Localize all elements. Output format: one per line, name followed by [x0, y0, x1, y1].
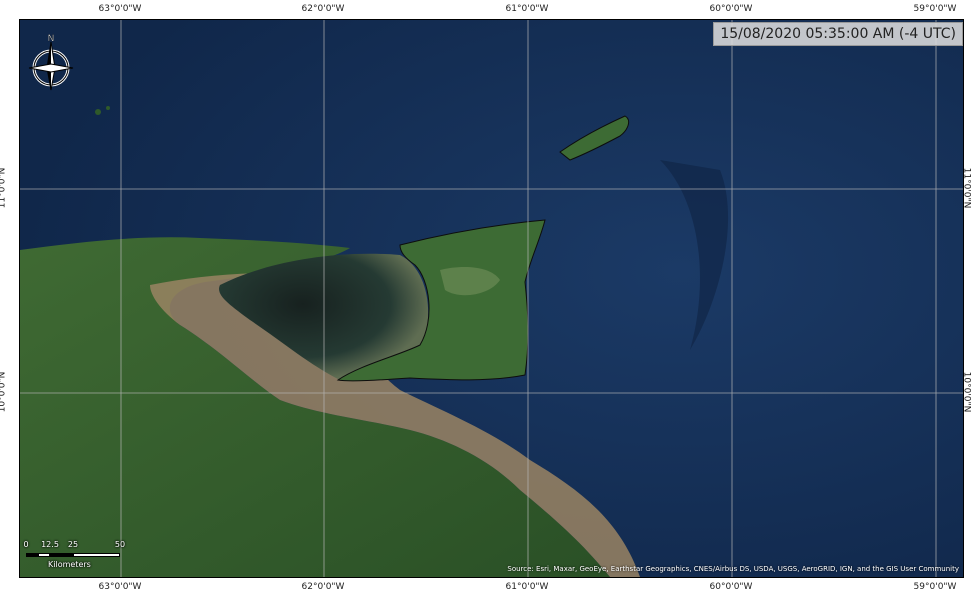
scale-segment [50, 553, 73, 557]
timestamp-label: 15/08/2020 05:35:00 AM (-4 UTC) [713, 22, 963, 46]
islet [106, 106, 110, 110]
scale-label-25: 25 [67, 540, 79, 549]
lon-tick-bottom-59w: 59°0'0"W [913, 582, 957, 592]
scale-label-12-5: 12.5 [41, 540, 59, 549]
map-frame[interactable]: 15/08/2020 05:35:00 AM (-4 UTC) N 0 12.5… [19, 19, 964, 578]
islet [95, 109, 101, 115]
lon-tick-top-59w: 59°0'0"W [913, 4, 957, 14]
lon-tick-bottom-61w: 61°0'0"W [505, 582, 549, 592]
lon-tick-top-61w: 61°0'0"W [505, 4, 549, 14]
lon-tick-top-62w: 62°0'0"W [301, 4, 345, 14]
lon-tick-bottom-63w: 63°0'0"W [98, 582, 142, 592]
scale-label-50: 50 [114, 540, 126, 549]
lat-tick-left-11n: 11°0'0"N [0, 167, 8, 209]
lon-tick-bottom-62w: 62°0'0"W [301, 582, 345, 592]
scale-segment [26, 553, 38, 557]
scale-bar: 0 12.5 25 50 Kilometers [23, 540, 126, 576]
north-arrow-compass-icon: N [24, 32, 78, 94]
scale-unit: Kilometers [48, 560, 91, 569]
lat-tick-left-10n: 10°0'0"N [0, 371, 8, 413]
satellite-map[interactable] [20, 20, 963, 577]
map-attribution: Source: Esri, Maxar, GeoEye, Earthstar G… [507, 565, 959, 573]
scale-segment [73, 553, 120, 557]
scale-label-0: 0 [23, 540, 29, 549]
scale-segment [38, 553, 50, 557]
lon-tick-top-60w: 60°0'0"W [709, 4, 753, 14]
north-label: N [48, 34, 55, 44]
lon-tick-top-63w: 63°0'0"W [98, 4, 142, 14]
lon-tick-bottom-60w: 60°0'0"W [709, 582, 753, 592]
